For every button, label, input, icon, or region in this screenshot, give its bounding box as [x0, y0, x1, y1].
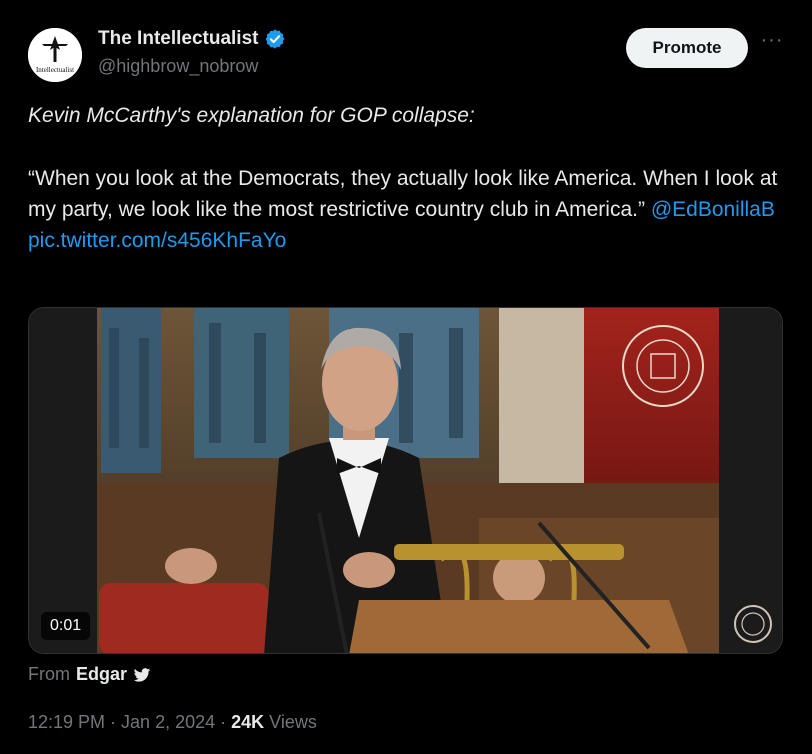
- avatar-logo-icon: Intellectualist: [28, 28, 82, 82]
- source-attribution: From Edgar: [28, 664, 151, 685]
- views-label: Views: [264, 712, 317, 732]
- tweet-text: Kevin McCarthy's explanation for GOP col…: [28, 100, 788, 256]
- tweet-time[interactable]: 12:19 PM: [28, 712, 105, 732]
- tweet-meta: 12:19 PM · Jan 2, 2024 · 24K Views: [28, 712, 317, 733]
- mention-link[interactable]: @EdBonillaB: [651, 198, 775, 221]
- source-prefix: From: [28, 664, 70, 684]
- name-row: The Intellectualist: [98, 28, 286, 50]
- views-count: 24K: [231, 712, 265, 732]
- more-options-icon[interactable]: ···: [760, 30, 784, 58]
- source-account-link[interactable]: Edgar: [76, 664, 127, 685]
- svg-text:Intellectualist: Intellectualist: [36, 66, 74, 74]
- tweet-lead: Kevin McCarthy's explanation for GOP col…: [28, 104, 475, 127]
- account-handle[interactable]: @highbrow_nobrow: [98, 56, 258, 77]
- promote-button[interactable]: Promote: [626, 28, 748, 68]
- twitter-bird-icon: [133, 667, 151, 682]
- video-frame: [29, 308, 782, 653]
- avatar[interactable]: Intellectualist: [28, 28, 82, 82]
- separator: ·: [215, 712, 232, 732]
- tweet-date[interactable]: Jan 2, 2024: [121, 712, 215, 732]
- video-player[interactable]: 0:01: [28, 307, 783, 654]
- display-name[interactable]: The Intellectualist: [98, 28, 258, 50]
- separator: ·: [105, 712, 122, 732]
- pic-link[interactable]: pic.twitter.com/s456KhFaYo: [28, 229, 286, 252]
- tweet-card: Intellectualist The Intellectualist @hig…: [0, 0, 812, 754]
- video-duration-badge: 0:01: [41, 612, 91, 640]
- verified-badge-icon: [266, 29, 285, 49]
